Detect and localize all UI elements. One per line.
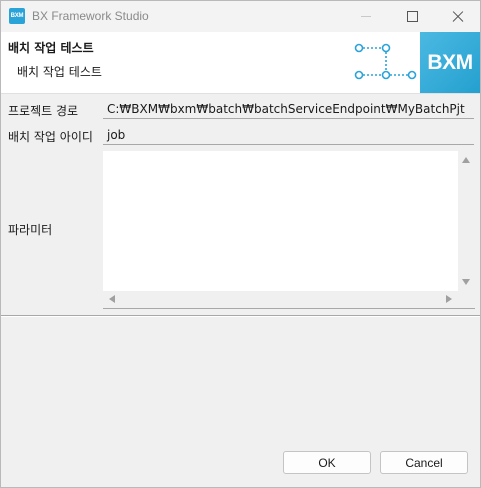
scroll-left-icon[interactable] (109, 295, 115, 303)
dialog-window: BXM BX Framework Studio 배치 작업 테스트 배치 작업 … (0, 0, 481, 488)
bxm-logo: BXM (420, 32, 480, 93)
parameter-label: 파라미터 (8, 223, 53, 237)
scroll-up-icon[interactable] (462, 157, 470, 163)
header-title: 배치 작업 테스트 (8, 41, 94, 55)
project-path-field[interactable]: C:₩BXM₩bxm₩batch₩batchServiceEndpoint₩My… (103, 99, 474, 119)
workflow-graphic-icon (354, 43, 417, 80)
maximize-button[interactable] (389, 1, 435, 32)
ok-button[interactable]: OK (283, 451, 371, 474)
scroll-down-icon[interactable] (462, 279, 470, 285)
header-description: 배치 작업 테스트 (17, 65, 102, 79)
dialog-header: 배치 작업 테스트 배치 작업 테스트 BXM (1, 32, 480, 94)
separator (1, 315, 480, 317)
window-title: BX Framework Studio (32, 9, 149, 23)
cancel-button[interactable]: Cancel (380, 451, 468, 474)
batch-job-id-label: 배치 작업 아이디 (8, 130, 93, 144)
close-icon (452, 11, 464, 23)
parameter-textarea[interactable] (103, 151, 475, 309)
batch-job-id-field[interactable]: job (103, 125, 474, 145)
vertical-scrollbar[interactable] (458, 151, 475, 291)
project-path-label: 프로젝트 경로 (8, 104, 79, 118)
maximize-icon (406, 11, 418, 22)
horizontal-scrollbar[interactable] (103, 291, 458, 308)
app-icon: BXM (9, 8, 25, 24)
close-button[interactable] (435, 1, 481, 32)
scroll-right-icon[interactable] (446, 295, 452, 303)
minimize-icon (361, 16, 371, 17)
scrollbar-corner (458, 291, 475, 308)
minimize-button[interactable] (343, 1, 389, 32)
title-bar[interactable]: BXM BX Framework Studio (1, 1, 480, 32)
